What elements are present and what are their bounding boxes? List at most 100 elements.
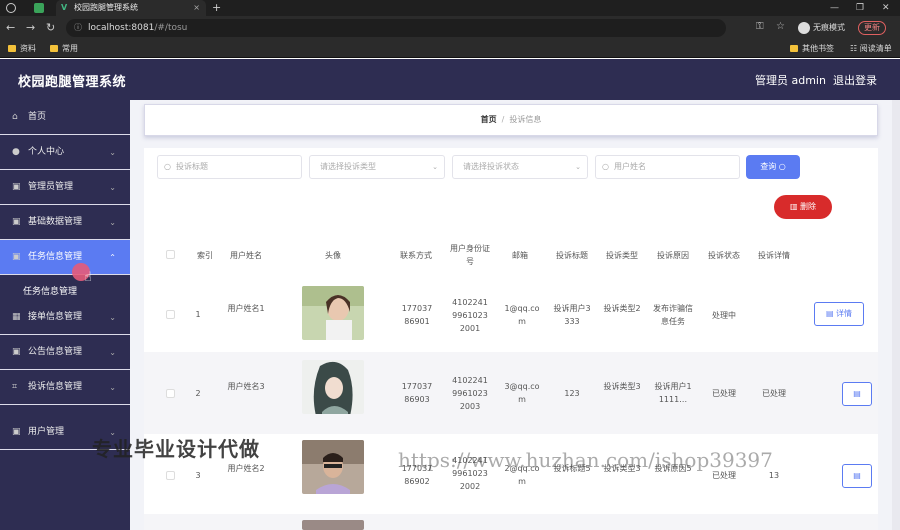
url-input[interactable]: ⓘ localhost:8081/#/tosu: [66, 19, 726, 37]
username-input[interactable]: ○ 用户姓名: [595, 155, 740, 179]
cell-reason: 投诉用户11111…: [654, 382, 692, 404]
url-host: localhost:8081: [88, 23, 155, 33]
close-window-icon[interactable]: ✕: [882, 0, 890, 16]
table-row: [144, 514, 878, 530]
cell-phone: 17703786901: [401, 304, 433, 326]
detail-button-label: 详情: [836, 309, 853, 318]
column-header: 投诉类型: [606, 251, 638, 260]
sidebar-item-complaint[interactable]: ⌗ 投诉信息管理 ⌄: [0, 370, 130, 405]
bookmark-folder-changyong[interactable]: 常用: [50, 43, 78, 55]
cell-idcard: 410224199610232001: [452, 298, 488, 333]
search-icon: ○: [778, 162, 786, 171]
search-button-label: 查询: [760, 162, 777, 171]
cell-index: 2: [195, 389, 201, 398]
bookmark-label: 常用: [62, 44, 78, 53]
cell-email: 1@qq.com: [504, 304, 540, 326]
cell-index: 3: [195, 471, 201, 480]
reading-list[interactable]: ☷ 阅读清单: [850, 43, 892, 55]
logout-link[interactable]: 退出登录: [833, 72, 877, 88]
column-header: 用户身份证号: [450, 244, 490, 266]
column-header: 用户姓名: [230, 251, 262, 260]
back-icon[interactable]: ←: [6, 20, 15, 36]
briefcase-icon: ▣: [12, 252, 21, 262]
column-header: 投诉原因: [657, 251, 689, 260]
incognito-icon: [798, 21, 810, 34]
sidebar-item-announcement[interactable]: ▣ 公告信息管理 ⌄: [0, 335, 130, 370]
user-avatar: [302, 440, 364, 494]
incognito-indicator[interactable]: 无痕模式: [798, 21, 845, 35]
sidebar-item-label: 基础数据管理: [28, 217, 83, 227]
list-panel: ○ 投诉标题 请选择投诉类型 ⌄ 请选择投诉状态 ⌄ ○ 用户姓名 查询 ○ ▥…: [144, 148, 878, 530]
sidebar-item-task-info[interactable]: ▣ 任务信息管理 ⌃: [0, 240, 130, 275]
complaint-type-select[interactable]: 请选择投诉类型 ⌄: [309, 155, 445, 179]
sidebar-item-order-info[interactable]: ▦ 接单信息管理 ⌄: [0, 300, 130, 335]
user-avatar: [302, 520, 364, 530]
chevron-down-icon: ⌄: [109, 348, 116, 357]
tab-title: 校园跑腿管理系统: [74, 3, 138, 12]
sidebar-item-admin[interactable]: ▣ 管理员管理 ⌄: [0, 170, 130, 205]
complaint-status-select[interactable]: 请选择投诉状态 ⌄: [452, 155, 588, 179]
sidebar-item-home[interactable]: ⌂ 首页: [0, 100, 130, 135]
briefcase-icon: ▣: [12, 182, 21, 192]
minimize-icon[interactable]: —: [830, 0, 839, 16]
row-checkbox[interactable]: [166, 310, 175, 319]
vue-logo-icon: V: [61, 3, 68, 12]
sidebar-item-profile[interactable]: ● 个人中心 ⌄: [0, 135, 130, 170]
complaint-title-placeholder: 投诉标题: [176, 162, 208, 171]
app-header: 校园跑腿管理系统 管理员 admin 退出登录: [0, 59, 900, 100]
delete-button-label: 删除: [800, 202, 817, 211]
column-header: 投诉状态: [708, 251, 740, 260]
detail-button[interactable]: ▤: [842, 464, 872, 488]
update-button[interactable]: 更新: [858, 21, 886, 35]
cell-title: 123: [564, 389, 580, 398]
row-checkbox[interactable]: [166, 471, 175, 480]
search-icon: ○: [164, 162, 171, 171]
cell-status: 处理中: [712, 311, 736, 320]
restore-icon[interactable]: ❐: [856, 0, 864, 16]
forward-icon[interactable]: →: [26, 20, 35, 36]
bookmark-label: 其他书签: [802, 44, 834, 53]
tab-close-icon[interactable]: ×: [193, 0, 200, 16]
complaint-title-input[interactable]: ○ 投诉标题: [157, 155, 302, 179]
incognito-label: 无痕模式: [813, 23, 845, 32]
bookmark-folder-other[interactable]: 其他书签: [790, 43, 834, 55]
key-icon[interactable]: ⚿: [756, 21, 764, 32]
cell-detail: 已处理: [762, 389, 786, 398]
document-icon: ▤: [825, 309, 834, 318]
select-all-checkbox[interactable]: [166, 250, 175, 259]
bookmark-label: 资料: [20, 44, 36, 53]
detail-button[interactable]: ▤ 详情: [814, 302, 864, 326]
url-path: /#/tosu: [154, 23, 188, 33]
browser-menu-icon[interactable]: [6, 3, 16, 13]
current-user: 管理员 admin: [755, 74, 826, 87]
breadcrumb-home[interactable]: 首页: [481, 115, 497, 124]
table-row: 2 用户姓名3 17703786903 410224199610232003 3…: [144, 352, 878, 434]
document-icon: ▤: [853, 389, 861, 398]
sidebar-item-basic-data[interactable]: ▣ 基础数据管理 ⌄: [0, 205, 130, 240]
chevron-up-icon: ⌃: [109, 253, 116, 262]
new-tab-button[interactable]: +: [212, 0, 221, 16]
info-icon[interactable]: ⓘ: [74, 19, 82, 37]
cell-idcard: 410224199610232003: [452, 376, 488, 411]
column-header: 邮箱: [512, 251, 528, 260]
sidebar-item-label: 首页: [28, 112, 47, 122]
delete-button[interactable]: ▥ 删除: [774, 195, 832, 219]
complaint-status-placeholder: 请选择投诉状态: [463, 162, 519, 171]
star-icon[interactable]: ☆: [776, 21, 785, 32]
sidebar-item-label: 管理员管理: [28, 182, 74, 192]
scrollbar[interactable]: [892, 100, 900, 530]
pinned-tab-icon[interactable]: [34, 3, 44, 13]
reload-icon[interactable]: ↻: [46, 20, 55, 36]
breadcrumb-separator: /: [501, 115, 505, 124]
search-button[interactable]: 查询 ○: [746, 155, 800, 179]
chevron-down-icon: ⌄: [109, 313, 116, 322]
cell-type: 投诉类型3: [603, 382, 641, 391]
breadcrumb-current: 投诉信息: [509, 115, 542, 124]
bookmark-folder-ziliao[interactable]: 资料: [8, 43, 36, 55]
row-checkbox[interactable]: [166, 389, 175, 398]
cell-username: 用户姓名3: [227, 382, 265, 391]
cell-username: 用户姓名2: [227, 464, 265, 473]
detail-button[interactable]: ▤: [842, 382, 872, 406]
browser-tab-active[interactable]: V 校园跑腿管理系统 ×: [56, 0, 206, 16]
address-bar: ← → ↻ ⓘ localhost:8081/#/tosu ⚿ ☆ 无痕模式 更…: [0, 16, 900, 40]
